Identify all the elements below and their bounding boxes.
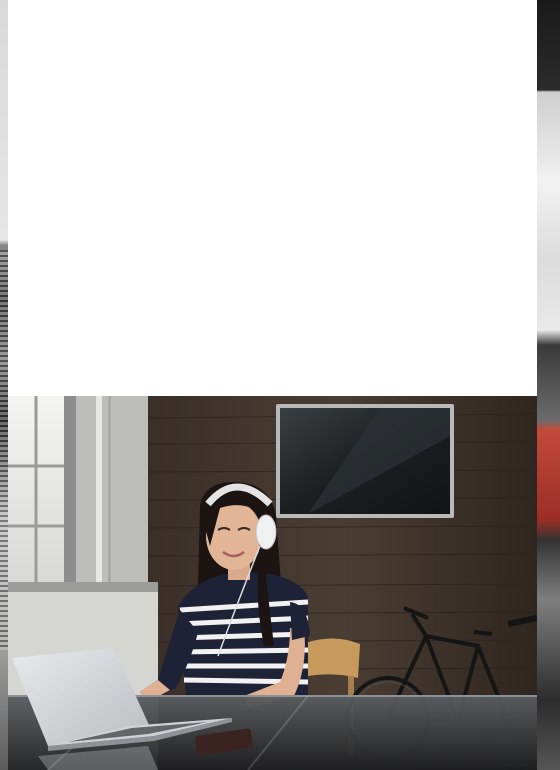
hero-photo: [8, 396, 537, 770]
hero-photo-illustration: [8, 396, 537, 770]
chair: [308, 638, 360, 678]
background-photo-right-edge: [537, 0, 560, 770]
background-photo-left-edge: [0, 0, 8, 770]
blank-card-area: [8, 0, 537, 396]
